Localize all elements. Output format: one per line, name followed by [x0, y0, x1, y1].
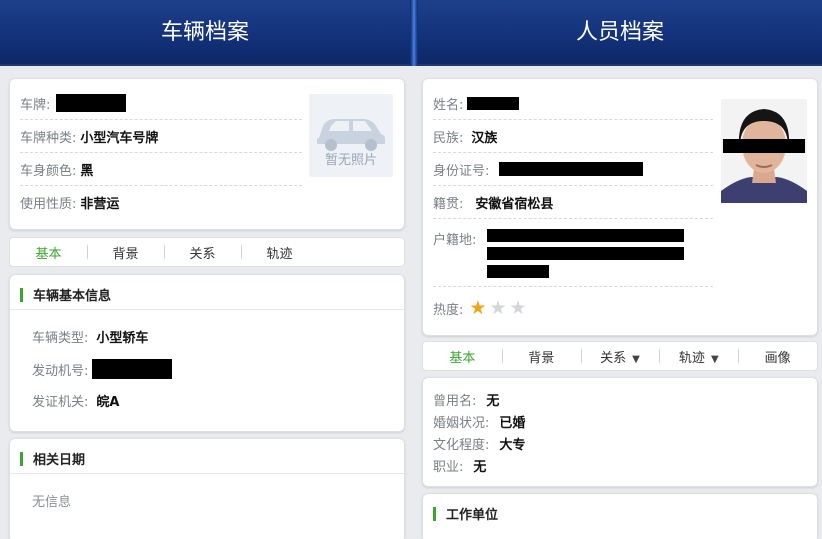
- vehicle-tab-basic[interactable]: 基本: [10, 243, 87, 262]
- native-label: 籍贯:: [433, 196, 464, 212]
- plate-type-label: 车牌种类:: [20, 130, 77, 146]
- heat-label: 热度:: [433, 302, 464, 318]
- vehicle-tab-background[interactable]: 背景: [87, 243, 164, 262]
- person-basic-card: 曾用名: 无 婚姻状况: 已婚 文化程度: 大专 职业: 无: [422, 377, 818, 487]
- person-tab-trajectory[interactable]: 轨迹 ▼: [659, 347, 738, 366]
- engine-label: 发动机号:: [32, 363, 89, 379]
- id-label: 身份证号:: [433, 163, 490, 179]
- person-archive-header: 人员档案: [418, 0, 822, 66]
- person-summary-card: 姓名: 民族: 汉族 身份证号: 籍贯: 安徽省宿松县 户籍地: 热度: ★ ★ ★: [422, 78, 818, 336]
- job-value: 无: [473, 460, 487, 475]
- engine-row: 发动机号:: [32, 359, 173, 379]
- star-empty-icon: ★: [489, 296, 507, 319]
- vehicle-type-value: 小型轿车: [96, 331, 149, 346]
- person-archive-title: 人员档案: [575, 20, 664, 45]
- name-redacted: [467, 96, 520, 110]
- related-dates-card: 相关日期 无信息: [9, 438, 405, 539]
- usage-row: 使用性质: 非营运: [20, 186, 302, 219]
- vehicle-tab-relations[interactable]: 关系: [164, 243, 241, 262]
- former-name-label: 曾用名:: [433, 394, 477, 409]
- name-row: 姓名:: [433, 87, 713, 120]
- vehicle-basic-info-card: 车辆基本信息 车辆类型: 小型轿车 发动机号: 发证机关: 皖A: [9, 274, 405, 432]
- job-label: 职业:: [433, 460, 464, 475]
- chevron-down-icon: ▼: [710, 353, 719, 365]
- native-value: 安徽省宿松县: [475, 196, 554, 212]
- name-label: 姓名:: [433, 97, 464, 113]
- heat-row: 热度: ★ ★ ★: [433, 293, 527, 323]
- plate-row: 车牌:: [20, 87, 302, 120]
- vehicle-photo-placeholder: 暂无照片: [309, 94, 393, 177]
- former-name-value: 无: [486, 394, 500, 409]
- usage-value: 非营运: [80, 197, 120, 212]
- household-redacted-line3: [487, 265, 549, 278]
- household-label: 户籍地:: [433, 233, 477, 248]
- related-dates-title: 相关日期: [20, 449, 85, 468]
- person-tab-portrait[interactable]: 画像: [738, 347, 817, 366]
- vehicle-tab-trajectory[interactable]: 轨迹: [241, 243, 318, 262]
- plate-label: 车牌:: [20, 97, 51, 113]
- header-divider: [410, 0, 418, 66]
- body-color-row: 车身颜色: 黑: [20, 153, 302, 186]
- star-filled-icon: ★: [469, 296, 487, 319]
- person-tab-background[interactable]: 背景: [501, 347, 581, 366]
- no-photo-text: 暂无照片: [324, 153, 377, 168]
- former-name-row: 曾用名: 无: [433, 390, 499, 409]
- vehicle-tabs: 基本 背景 关系 轨迹: [9, 237, 405, 267]
- car-icon: [317, 119, 385, 151]
- marital-row: 婚姻状况: 已婚: [433, 412, 525, 431]
- plate-type-row: 车牌种类: 小型汽车号牌: [20, 120, 302, 153]
- issuer-row: 发证机关: 皖A: [32, 391, 119, 410]
- heat-stars: ★ ★ ★: [469, 296, 527, 319]
- id-row: 身份证号:: [433, 153, 713, 186]
- chevron-down-icon: ▼: [632, 353, 640, 365]
- ethnicity-row: 民族: 汉族: [433, 120, 713, 153]
- dates-empty-text: 无信息: [32, 495, 72, 510]
- household-redacted-line2: [487, 247, 684, 260]
- vehicle-summary-card: 车牌: 车牌种类: 小型汽车号牌 车身颜色: 黑 使用性质: 非营运 暂无照片: [9, 78, 405, 230]
- vehicle-basic-info-title: 车辆基本信息: [20, 285, 111, 304]
- vehicle-archive-header: 车辆档案: [0, 0, 410, 66]
- star-empty-icon: ★: [509, 296, 527, 319]
- usage-label: 使用性质:: [20, 197, 77, 212]
- work-unit-card: 工作单位: [422, 493, 818, 539]
- work-unit-title: 工作单位: [433, 504, 498, 523]
- household-redacted-line1: [487, 229, 684, 242]
- plate-type-value: 小型汽车号牌: [80, 130, 159, 146]
- body-color-label: 车身颜色:: [20, 163, 77, 179]
- marital-value: 已婚: [499, 416, 526, 431]
- vehicle-archive-title: 车辆档案: [160, 20, 249, 45]
- plate-redacted: [56, 94, 127, 112]
- ethnicity-value: 汉族: [471, 130, 498, 146]
- issuer-value: 皖A: [96, 395, 120, 410]
- person-portrait-icon: [721, 99, 807, 203]
- person-tab-basic[interactable]: 基本: [423, 347, 502, 366]
- native-row: 籍贯: 安徽省宿松县: [433, 186, 713, 219]
- education-row: 文化程度: 大专: [433, 434, 525, 453]
- ethnicity-label: 民族:: [433, 130, 464, 146]
- id-redacted: [499, 162, 644, 176]
- job-row: 职业: 无: [433, 456, 486, 475]
- engine-redacted: [92, 359, 173, 379]
- body-color-value: 黑: [80, 163, 94, 179]
- vehicle-type-row: 车辆类型: 小型轿车: [32, 327, 148, 346]
- vehicle-type-label: 车辆类型:: [32, 331, 89, 346]
- person-tab-relations[interactable]: 关系 ▼: [580, 347, 660, 366]
- education-label: 文化程度:: [433, 438, 490, 453]
- person-tabs: 基本 背景 关系 ▼ 轨迹 ▼ 画像: [422, 341, 818, 371]
- marital-label: 婚姻状况:: [433, 416, 490, 431]
- issuer-label: 发证机关:: [32, 395, 89, 410]
- household-row: 户籍地:: [433, 225, 713, 287]
- education-value: 大专: [499, 438, 526, 453]
- person-photo: [721, 99, 807, 203]
